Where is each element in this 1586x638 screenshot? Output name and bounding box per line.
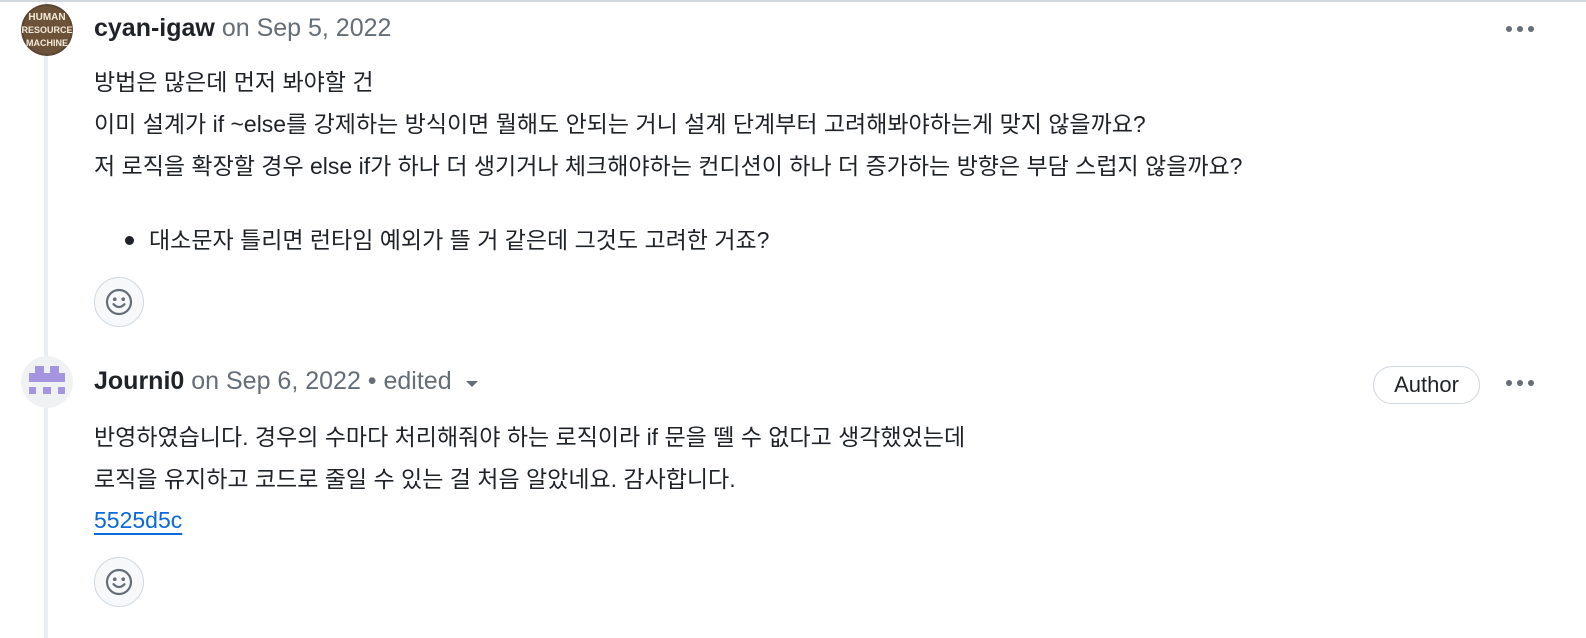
add-reaction-button[interactable] (94, 557, 144, 607)
author-name[interactable]: cyan-igaw (94, 14, 215, 42)
triangle-down-icon (465, 381, 478, 388)
top-border (0, 0, 1586, 2)
list-item: 대소문자 틀리면 런타임 예외가 뜰 거 같은데 그것도 고려한 거죠? (94, 223, 769, 257)
avatar-text-2: RESOURCE (21, 25, 72, 35)
comment-date[interactable]: on Sep 6, 2022 (191, 367, 361, 395)
bullet-list: 대소문자 틀리면 런타임 예외가 뜰 거 같은데 그것도 고려한 거죠? (94, 223, 769, 257)
edited-dropdown[interactable]: • edited (368, 367, 478, 395)
comment-body: 반영하였습니다. 경우의 수마다 처리해줘야 하는 로직이라 if 문을 뗄 수… (94, 416, 965, 500)
comment-line: 반영하였습니다. 경우의 수마다 처리해줘야 하는 로직이라 if 문을 뗄 수… (94, 424, 966, 450)
author-badge: Author (1373, 366, 1480, 404)
author-name[interactable]: Journi0 (94, 367, 184, 395)
comment-header: Journi0 on Sep 6, 2022 • edited (94, 364, 478, 398)
comment-date[interactable]: on Sep 5, 2022 (222, 14, 392, 42)
comment-line: 방법은 많은데 먼저 봐야할 건 (94, 69, 374, 95)
comment-line: 이미 설계가 if ~else를 강제하는 방식이면 뭘해도 안되는 거니 설계… (94, 111, 1146, 137)
smiley-icon (105, 568, 133, 596)
avatar-cyan-igaw[interactable]: HUMAN RESOURCE MACHINE (21, 4, 73, 56)
comment-line: 저 로직을 확장할 경우 else if가 하나 더 생기거나 체크해야하는 컨… (94, 153, 1243, 179)
comment-header: cyan-igaw on Sep 5, 2022 (94, 11, 391, 45)
comment-line: 로직을 유지하고 코드로 줄일 수 있는 걸 처음 알았네요. 감사합니다. (94, 466, 736, 492)
kebab-horizontal-icon[interactable] (1500, 369, 1540, 397)
avatar-text-3: MACHINE (26, 38, 68, 48)
avatar-journi0[interactable] (21, 356, 73, 408)
add-reaction-button[interactable] (94, 277, 144, 327)
smiley-icon (105, 288, 133, 316)
commit-link[interactable]: 5525d5c (94, 503, 182, 537)
avatar-image: HUMAN RESOURCE MACHINE (21, 4, 73, 56)
avatar-text-1: HUMAN (28, 12, 65, 23)
timeline-line (44, 2, 48, 638)
identicon-image (21, 356, 73, 408)
comment-body: 방법은 많은데 먼저 봐야할 건 이미 설계가 if ~else를 강제하는 방… (94, 61, 1242, 187)
edited-label: • edited (367, 367, 452, 395)
kebab-horizontal-icon[interactable] (1500, 15, 1540, 43)
